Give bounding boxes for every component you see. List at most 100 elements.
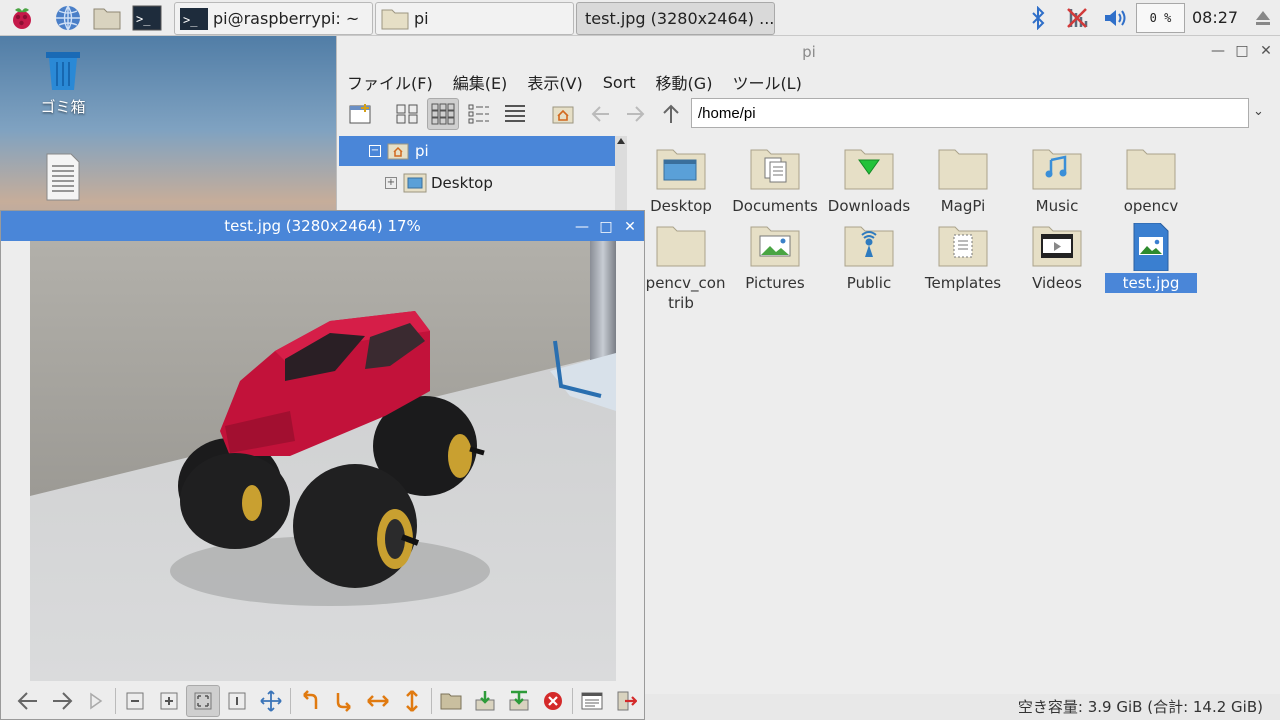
chevron-down-icon[interactable]: ⌄ <box>1253 104 1264 119</box>
back-icon[interactable] <box>585 98 617 130</box>
maximize-icon[interactable]: □ <box>597 218 615 236</box>
file-item[interactable]: opencv_contrib <box>635 213 727 313</box>
svg-text:>_: >_ <box>183 13 198 27</box>
file-item[interactable]: Pictures <box>729 213 821 293</box>
file-item[interactable]: opencv <box>1105 136 1197 216</box>
fit-window-icon[interactable] <box>186 685 220 717</box>
home-folder-icon <box>387 143 409 160</box>
maximize-icon[interactable]: □ <box>1233 42 1251 60</box>
status-bar: 空き容量: 3.9 GiB (合計: 14.2 GiB) <box>633 694 1280 720</box>
task-image-viewer[interactable]: test.jpg (3280x2464) ... <box>576 2 775 35</box>
expand-icon[interactable]: + <box>385 177 397 189</box>
previous-icon[interactable] <box>11 685 45 717</box>
thumbnail-view-icon[interactable] <box>427 98 459 130</box>
file-item[interactable]: Desktop <box>635 136 727 216</box>
file-manager-icon[interactable] <box>90 3 124 33</box>
file-item[interactable]: Downloads <box>823 136 915 216</box>
task-file-manager[interactable]: pi <box>375 2 574 35</box>
viewer-toolbar <box>1 683 644 719</box>
preferences-icon[interactable] <box>575 685 609 717</box>
public-folder-icon <box>844 223 894 267</box>
zoom-in-icon[interactable] <box>152 685 186 717</box>
bluetooth-icon[interactable] <box>1026 3 1050 33</box>
cpu-monitor[interactable]: 0 % <box>1136 3 1185 33</box>
tree-label: pi <box>415 142 429 160</box>
tree-item-desktop[interactable]: + Desktop <box>339 168 615 198</box>
eject-icon[interactable] <box>1250 3 1276 33</box>
pictures-folder-icon <box>750 223 800 267</box>
file-grid: Desktop Documents Downloads MagPi Music … <box>633 136 1280 694</box>
new-window-icon[interactable] <box>345 98 377 130</box>
network-disconnected-icon[interactable] <box>1062 3 1092 33</box>
file-item[interactable]: Documents <box>729 136 821 216</box>
taskbar: >_ >_ pi@raspberrypi: ~ pi test.jpg (328… <box>0 0 1280 36</box>
terminal-icon[interactable]: >_ <box>130 3 164 33</box>
folder-icon <box>938 146 988 190</box>
file-item[interactable]: MagPi <box>917 136 1009 216</box>
file-item[interactable]: Templates <box>917 213 1009 293</box>
menu-file[interactable]: ファイル(F) <box>337 70 443 94</box>
compact-view-icon[interactable] <box>463 98 495 130</box>
save-icon[interactable] <box>468 685 502 717</box>
folder-icon <box>1126 146 1176 190</box>
zoom-out-icon[interactable] <box>118 685 152 717</box>
folder-icon <box>656 223 706 267</box>
flip-vertical-icon[interactable] <box>395 685 429 717</box>
up-icon[interactable] <box>655 98 687 130</box>
open-file-icon[interactable] <box>434 685 468 717</box>
next-icon[interactable] <box>45 685 79 717</box>
desktop-file[interactable] <box>40 152 86 206</box>
flip-horizontal-icon[interactable] <box>361 685 395 717</box>
home-icon[interactable] <box>547 98 579 130</box>
menu-go[interactable]: 移動(G) <box>646 70 723 94</box>
clock[interactable]: 08:27 <box>1192 8 1238 27</box>
menu-tools[interactable]: ツール(L) <box>722 70 811 94</box>
separator <box>290 688 291 714</box>
file-label: Videos <box>1032 274 1082 292</box>
terminal-icon: >_ <box>180 7 208 30</box>
collapse-icon[interactable]: − <box>369 145 381 157</box>
file-item[interactable]: Public <box>823 213 915 293</box>
trash-label: ゴミ箱 <box>40 98 86 116</box>
rotate-right-icon[interactable] <box>327 685 361 717</box>
file-label: opencv_contrib <box>636 274 726 312</box>
save-as-icon[interactable] <box>502 685 536 717</box>
toolbar: ⌄ <box>337 98 1280 132</box>
quit-icon[interactable] <box>609 685 643 717</box>
minimize-icon[interactable]: — <box>573 218 591 236</box>
desktop-folder-icon <box>403 173 427 193</box>
file-item[interactable]: Music <box>1011 136 1103 216</box>
file-label: Pictures <box>745 274 805 292</box>
minimize-icon[interactable]: — <box>1209 42 1227 60</box>
file-item[interactable]: Videos <box>1011 213 1103 293</box>
task-terminal[interactable]: >_ pi@raspberrypi: ~ <box>174 2 373 35</box>
menu-view[interactable]: 表示(V) <box>517 70 592 94</box>
original-size-icon[interactable] <box>220 685 254 717</box>
desktop-folder-icon <box>656 146 706 190</box>
menu-sort[interactable]: Sort <box>593 73 646 92</box>
task-label: pi <box>414 9 429 28</box>
menu-edit[interactable]: 編集(E) <box>443 70 518 94</box>
text-file-icon <box>46 153 80 201</box>
tree-label: Desktop <box>431 174 493 192</box>
close-icon[interactable]: ✕ <box>1257 42 1275 60</box>
icon-view-icon[interactable] <box>391 98 423 130</box>
rotate-left-icon[interactable] <box>293 685 327 717</box>
music-folder-icon <box>1032 146 1082 190</box>
videos-folder-icon <box>1032 223 1082 267</box>
close-icon[interactable]: ✕ <box>621 218 639 236</box>
path-input[interactable] <box>691 98 1249 128</box>
menu-bar: ファイル(F) 編集(E) 表示(V) Sort 移動(G) ツール(L) <box>337 68 812 96</box>
fullscreen-icon[interactable] <box>254 685 288 717</box>
tree-item-pi[interactable]: − pi <box>339 136 615 166</box>
slideshow-icon[interactable] <box>79 685 113 717</box>
delete-icon[interactable] <box>536 685 570 717</box>
desktop-trash[interactable]: ゴミ箱 <box>24 46 102 117</box>
svg-text:>_: >_ <box>136 12 151 26</box>
browser-icon[interactable] <box>52 3 84 33</box>
volume-icon[interactable] <box>1100 3 1130 33</box>
raspberry-menu-icon[interactable] <box>6 3 38 33</box>
file-item-selected[interactable]: test.jpg <box>1105 213 1197 293</box>
list-view-icon[interactable] <box>499 98 531 130</box>
forward-icon[interactable] <box>619 98 651 130</box>
